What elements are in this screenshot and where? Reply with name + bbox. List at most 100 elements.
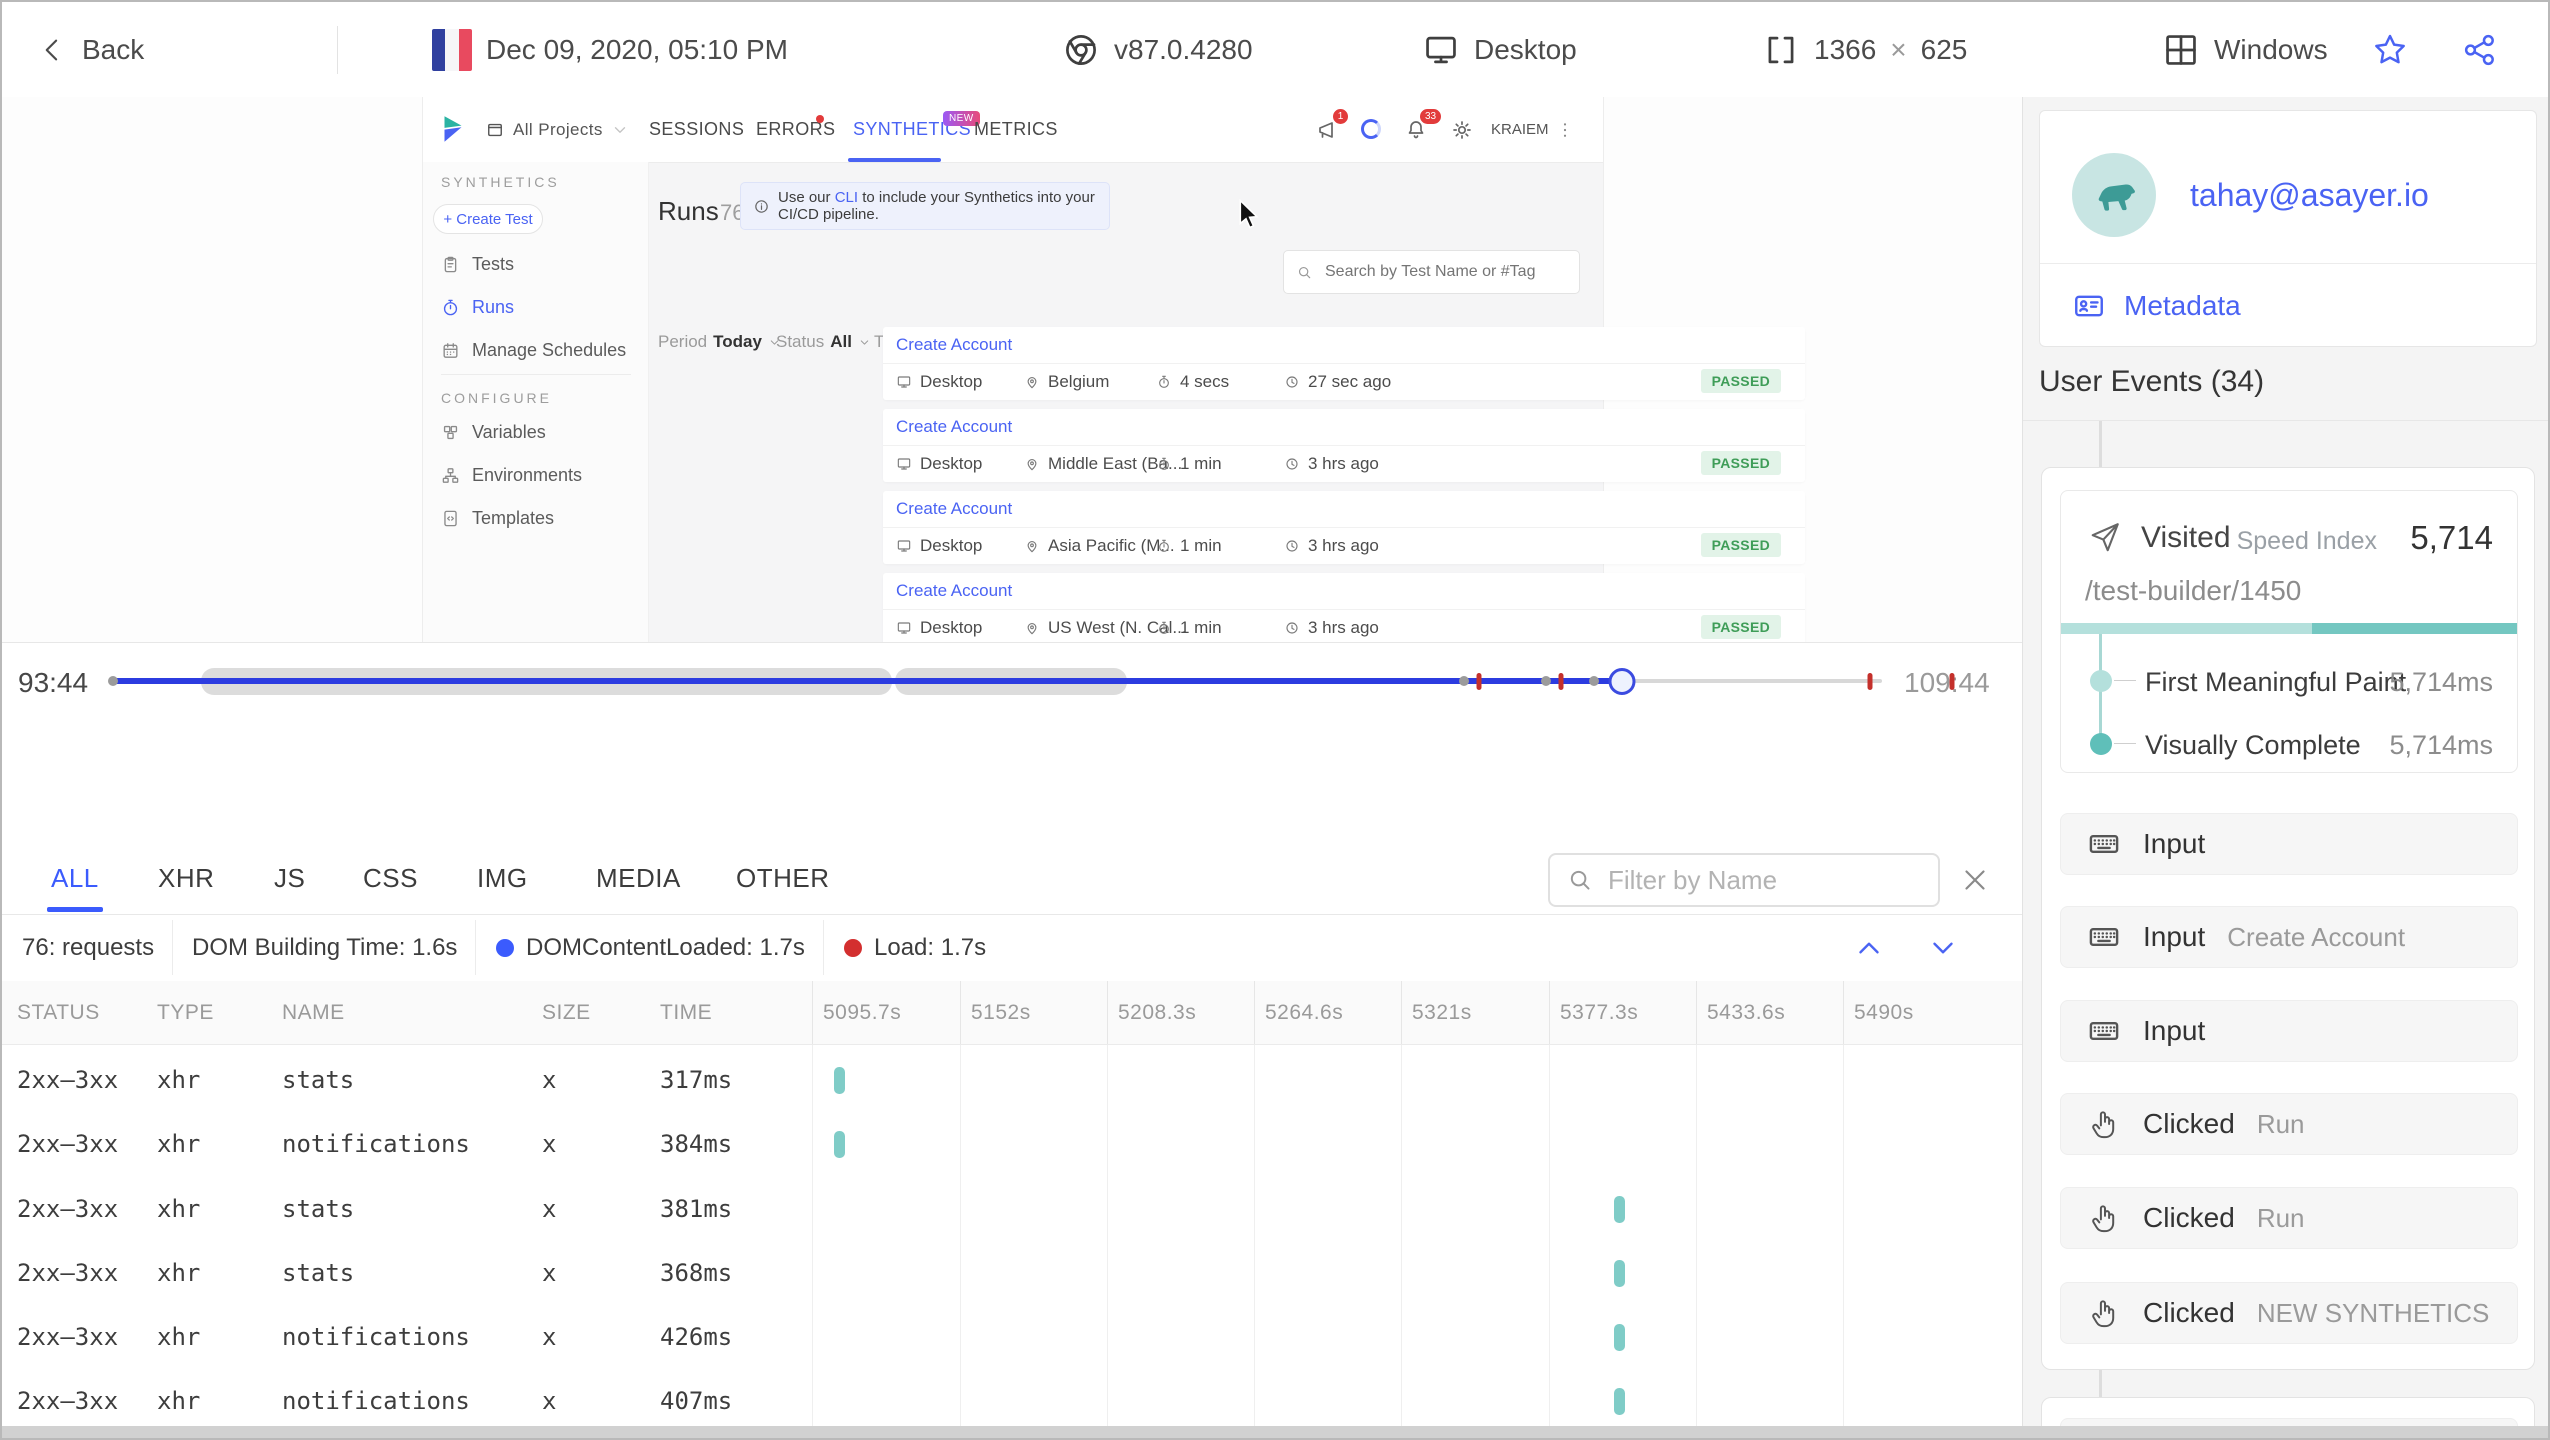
sidebar-item-manage-schedules[interactable]: Manage Schedules bbox=[441, 340, 626, 361]
tab-css[interactable]: CSS bbox=[363, 847, 418, 910]
load-dot bbox=[844, 938, 862, 957]
tab-js[interactable]: JS bbox=[274, 847, 305, 910]
run-name-link[interactable]: Create Account bbox=[896, 499, 1012, 519]
project-selector-label: All Projects bbox=[513, 119, 603, 139]
tab-sessions[interactable]: SESSIONS bbox=[649, 97, 744, 162]
favorite-star-icon[interactable] bbox=[2370, 30, 2410, 70]
event-group-card: Visited Speed Index 5,714 /test-builder/… bbox=[2041, 467, 2535, 1370]
viewport-brackets-icon bbox=[1762, 31, 1800, 69]
error-marker[interactable] bbox=[1867, 673, 1873, 690]
run-card[interactable]: Create Account Desktop Asia Pacific (M..… bbox=[883, 491, 1805, 564]
filter-period[interactable]: Period Today bbox=[658, 332, 781, 352]
event-clicked[interactable]: Clicked Run bbox=[2060, 1187, 2518, 1249]
tab-xhr[interactable]: XHR bbox=[158, 847, 214, 910]
waterfall-bar bbox=[1614, 1388, 1625, 1415]
col-status[interactable]: STATUS bbox=[17, 981, 100, 1044]
create-test-button[interactable]: + Create Test bbox=[433, 204, 543, 234]
tab-errors[interactable]: ERRORS bbox=[756, 97, 835, 162]
run-name-link[interactable]: Create Account bbox=[896, 581, 1012, 601]
event-input[interactable]: Input Create Account bbox=[2060, 906, 2518, 968]
bottom-scrollbar[interactable] bbox=[2, 1426, 2548, 1438]
tab-other[interactable]: OTHER bbox=[736, 847, 830, 910]
project-selector[interactable]: All Projects bbox=[485, 97, 603, 162]
run-name-link[interactable]: Create Account bbox=[896, 335, 1012, 355]
runs-search-input[interactable] bbox=[1323, 262, 1567, 282]
user-email[interactable]: tahay@asayer.io bbox=[2190, 177, 2429, 214]
chevron-left-icon bbox=[38, 35, 68, 65]
resolution-info: 1366 × 625 bbox=[1762, 2, 1967, 97]
share-icon[interactable] bbox=[2460, 30, 2500, 70]
location-pin-icon bbox=[1024, 374, 1040, 390]
close-panel-icon[interactable] bbox=[1958, 863, 1992, 897]
run-card[interactable]: Create Account Desktop Middle East (Ba..… bbox=[883, 409, 1805, 482]
error-marker[interactable] bbox=[1558, 673, 1564, 690]
sidebar-item-runs[interactable]: Runs bbox=[441, 297, 514, 318]
timer-icon bbox=[441, 298, 460, 317]
event-clicked[interactable]: Clicked NEW SYNTHETICS bbox=[2060, 1282, 2518, 1344]
time-column-label: 5490s bbox=[1843, 981, 1914, 1044]
metric-name: First Meaningful Paint bbox=[2145, 667, 2407, 697]
sidebar-section-configure: CONFIGURE bbox=[441, 390, 552, 406]
user-menu[interactable]: KRAIEM bbox=[1491, 121, 1549, 138]
filter-status[interactable]: Status All bbox=[776, 332, 871, 352]
filter-by-name-input[interactable] bbox=[1606, 863, 1900, 897]
user-events-title: User Events (34) bbox=[2039, 365, 2265, 398]
request-row[interactable]: 2xx–3xx xhr stats x 368ms bbox=[2, 1241, 2022, 1305]
dom-content-loaded: DOMContentLoaded: 1.7s bbox=[496, 914, 805, 981]
request-row[interactable]: 2xx–3xx xhr stats x 317ms bbox=[2, 1048, 2022, 1112]
back-button[interactable]: Back bbox=[38, 2, 144, 97]
col-type[interactable]: TYPE bbox=[157, 981, 214, 1044]
request-row[interactable]: 2xx–3xx xhr notifications x 407ms bbox=[2, 1369, 2022, 1430]
col-time[interactable]: TIME bbox=[660, 981, 712, 1044]
metric-name: Visually Complete bbox=[2145, 730, 2361, 760]
run-card[interactable]: Create Account Desktop Belgium 4 secs 27… bbox=[883, 327, 1805, 400]
tab-img[interactable]: IMG bbox=[477, 847, 528, 910]
tab-all[interactable]: ALL bbox=[47, 847, 103, 912]
kebab-menu-icon[interactable] bbox=[1555, 120, 1575, 140]
event-dot bbox=[1589, 676, 1599, 686]
event-dot bbox=[108, 676, 118, 686]
sidebar-item-variables[interactable]: Variables bbox=[441, 422, 546, 443]
col-name[interactable]: NAME bbox=[282, 981, 345, 1044]
request-row[interactable]: 2xx–3xx xhr stats x 381ms bbox=[2, 1177, 2022, 1241]
metadata-button[interactable]: Metadata bbox=[2072, 289, 2241, 323]
monitor-icon bbox=[1422, 31, 1460, 69]
error-marker[interactable] bbox=[1476, 673, 1482, 690]
gear-icon[interactable] bbox=[1450, 118, 1474, 142]
jump-down-icon[interactable] bbox=[1926, 931, 1960, 965]
status-badge: PASSED bbox=[1700, 533, 1781, 557]
waterfall-bar bbox=[1614, 1260, 1625, 1287]
col-size[interactable]: SIZE bbox=[542, 981, 591, 1044]
run-card[interactable]: Create Account Desktop US West (N. Cal..… bbox=[883, 573, 1805, 642]
event-input[interactable]: Input bbox=[2060, 1000, 2518, 1062]
sidebar-item-environments[interactable]: Environments bbox=[441, 465, 582, 486]
status-badge: PASSED bbox=[1700, 369, 1781, 393]
site-main: Runs 76 Use our CLI to include your Synt… bbox=[648, 162, 1805, 642]
playhead[interactable] bbox=[1608, 668, 1636, 695]
jump-up-icon[interactable] bbox=[1852, 931, 1886, 965]
cli-link[interactable]: CLI bbox=[835, 189, 858, 206]
filter-by-name-box[interactable] bbox=[1548, 853, 1940, 907]
status-badge: PASSED bbox=[1700, 615, 1781, 639]
player-controls: Play Back 3x Skip Inactivity Network Fet… bbox=[2, 719, 2022, 848]
event-clicked[interactable]: Clicked Run bbox=[2060, 1093, 2518, 1155]
runs-search[interactable] bbox=[1283, 250, 1580, 294]
request-row[interactable]: 2xx–3xx xhr notifications x 426ms bbox=[2, 1305, 2022, 1369]
metric-value: 5,714ms bbox=[2389, 667, 2493, 697]
chevron-down-icon[interactable] bbox=[611, 121, 629, 139]
announcements-badge: 1 bbox=[1333, 109, 1348, 124]
tab-media[interactable]: MEDIA bbox=[596, 847, 681, 910]
run-name-link[interactable]: Create Account bbox=[896, 417, 1012, 437]
sidebar-item-templates[interactable]: Templates bbox=[441, 508, 554, 529]
event-dot bbox=[1459, 676, 1469, 686]
event-input[interactable]: Input bbox=[2060, 813, 2518, 875]
visited-event-card[interactable]: Visited Speed Index 5,714 /test-builder/… bbox=[2060, 490, 2518, 773]
sidebar-item-tests[interactable]: Tests bbox=[441, 254, 514, 275]
divider bbox=[2023, 420, 2548, 421]
tab-metrics[interactable]: METRICS bbox=[974, 97, 1058, 162]
error-marker[interactable] bbox=[1949, 673, 1955, 690]
request-row[interactable]: 2xx–3xx xhr notifications x 384ms bbox=[2, 1112, 2022, 1176]
event-connector bbox=[2099, 1370, 2102, 1397]
tab-synthetics[interactable]: SYNTHETICS NEW bbox=[853, 97, 980, 162]
mouse-cursor bbox=[1239, 199, 1259, 229]
